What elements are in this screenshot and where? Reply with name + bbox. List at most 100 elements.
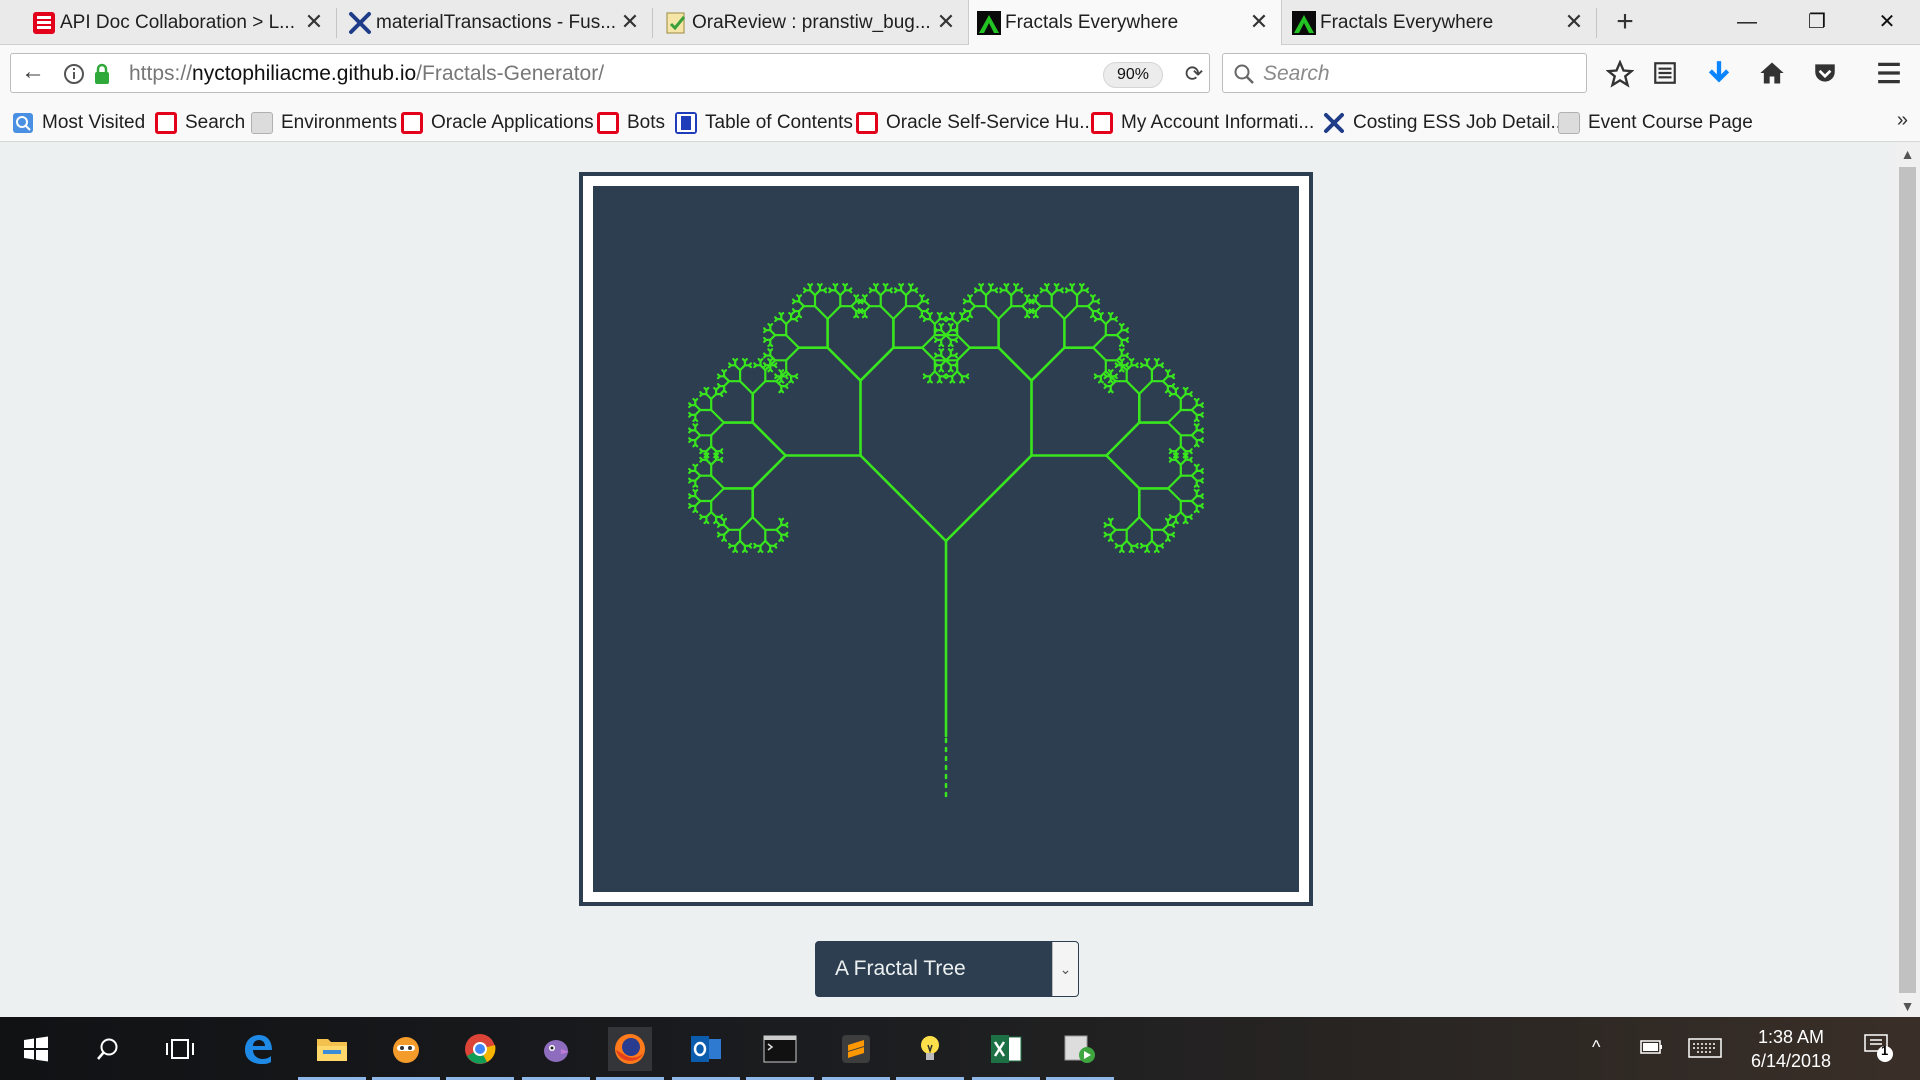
bookmark-label: Search xyxy=(185,112,246,133)
most-visited-icon xyxy=(13,113,33,133)
new-tab-button[interactable]: + xyxy=(1610,7,1640,38)
close-tab-icon[interactable]: ✕ xyxy=(1249,11,1269,33)
edge-icon[interactable] xyxy=(236,1027,280,1071)
docs-icon xyxy=(675,112,697,134)
scratch-app-icon[interactable] xyxy=(372,1027,440,1080)
fractal-favicon-icon xyxy=(1292,11,1316,35)
search-field[interactable]: Search xyxy=(1222,53,1587,93)
cmd-icon[interactable] xyxy=(746,1027,814,1080)
bookmark-search[interactable]: Search xyxy=(155,110,245,136)
bookmark-label: Most Visited xyxy=(42,112,146,133)
url-scheme: https:// xyxy=(129,62,193,85)
url-bar[interactable]: ← https://nyctophiliacme.github.io/Fract… xyxy=(10,53,1210,93)
generic-page-icon xyxy=(251,112,273,134)
bookmarks-toolbar: Most Visited Search Environments Oracle … xyxy=(0,102,1920,142)
clock-date: 6/14/2018 xyxy=(1750,1051,1832,1071)
url-host: nyctophiliacme.github.io xyxy=(192,62,417,85)
reload-icon[interactable]: ⟳ xyxy=(1179,59,1209,89)
scroll-up-arrow-icon[interactable]: ▲ xyxy=(1895,143,1920,165)
keyboard-icon[interactable] xyxy=(1688,1037,1722,1059)
close-tab-icon[interactable]: ✕ xyxy=(304,11,324,33)
close-tab-icon[interactable]: ✕ xyxy=(620,11,640,33)
clock[interactable]: 1:38 AM 6/14/2018 xyxy=(1736,1025,1846,1073)
bookmark-label: Costing ESS Job Detail... xyxy=(1353,112,1567,133)
task-view-icon[interactable] xyxy=(158,1027,202,1071)
tab-orareview[interactable]: OraReview : pranstiw_bug... ✕ xyxy=(656,0,968,45)
menu-hamburger-icon[interactable] xyxy=(1876,61,1902,85)
home-icon[interactable] xyxy=(1758,59,1786,87)
oracle-list-icon xyxy=(33,12,55,34)
pocket-icon[interactable] xyxy=(1812,60,1838,86)
excel-icon[interactable] xyxy=(972,1027,1040,1080)
lock-icon[interactable] xyxy=(93,63,111,85)
fractal-canvas-frame xyxy=(579,172,1313,906)
pidgin-icon[interactable] xyxy=(522,1027,590,1080)
vertical-scrollbar[interactable]: ▲ ▼ xyxy=(1895,143,1920,1017)
zoom-level-button[interactable]: 90% xyxy=(1103,62,1163,88)
bookmark-label: Environments xyxy=(281,112,398,133)
search-placeholder: Search xyxy=(1263,62,1330,85)
firefox-icon[interactable] xyxy=(596,1027,664,1080)
tab-material-transactions[interactable]: materialTransactions - Fus... ✕ xyxy=(340,0,652,45)
idea-icon[interactable] xyxy=(896,1027,964,1080)
outlook-icon[interactable] xyxy=(672,1027,740,1080)
bookmark-table-of-contents[interactable]: Table of Contents xyxy=(675,110,853,136)
oracle-icon xyxy=(401,112,423,134)
start-icon[interactable] xyxy=(14,1027,58,1071)
sublime-icon[interactable] xyxy=(822,1027,890,1080)
action-center-icon[interactable]: 1 xyxy=(1862,1031,1894,1068)
bookmark-costing-ess[interactable]: Costing ESS Job Detail... xyxy=(1323,110,1566,136)
bookmark-my-account[interactable]: My Account Informati... xyxy=(1091,110,1314,136)
bookmark-event-course[interactable]: Event Course Page xyxy=(1558,110,1753,136)
chevron-down-icon[interactable]: ⌄ xyxy=(1052,942,1078,996)
navigation-toolbar: ← https://nyctophiliacme.github.io/Fract… xyxy=(0,45,1920,102)
bookmark-bots[interactable]: Bots xyxy=(597,110,665,136)
tab-api-doc[interactable]: API Doc Collaboration > L... ✕ xyxy=(24,0,336,45)
tab-fractals[interactable]: Fractals Everywhere ✕ xyxy=(1284,0,1596,45)
windows-taskbar: ^ 1:38 AM 6/14/2018 1 xyxy=(0,1017,1920,1080)
bookmark-environments[interactable]: Environments xyxy=(251,110,397,136)
restore-button[interactable]: ❐ xyxy=(1788,0,1846,45)
bookmark-label: Oracle Applications xyxy=(431,112,594,133)
fractal-select-value: A Fractal Tree xyxy=(835,957,966,980)
url-text[interactable]: https://nyctophiliacme.github.io/Fractal… xyxy=(129,62,604,86)
bookmark-oracle-applications[interactable]: Oracle Applications xyxy=(401,110,594,136)
media-app-icon[interactable] xyxy=(1046,1027,1114,1080)
minimize-button[interactable]: — xyxy=(1718,0,1776,45)
tab-label: Fractals Everywhere xyxy=(1320,11,1494,33)
reading-list-icon[interactable] xyxy=(1652,60,1678,86)
bookmark-oracle-self-service[interactable]: Oracle Self-Service Hu... xyxy=(856,110,1095,136)
fractal-select[interactable]: A Fractal Tree ⌄ xyxy=(815,941,1079,997)
chrome-icon[interactable] xyxy=(446,1027,514,1080)
bookmark-label: Oracle Self-Service Hu... xyxy=(886,112,1096,133)
show-hidden-icons-chevron-icon[interactable]: ^ xyxy=(1592,1037,1600,1058)
bookmark-label: My Account Informati... xyxy=(1121,112,1315,133)
close-tab-icon[interactable]: ✕ xyxy=(1564,11,1584,33)
search-icon xyxy=(1234,64,1254,84)
scrollbar-thumb[interactable] xyxy=(1899,167,1916,993)
bookmark-most-visited[interactable]: Most Visited xyxy=(12,110,145,136)
scroll-down-arrow-icon[interactable]: ▼ xyxy=(1895,995,1920,1017)
close-tab-icon[interactable]: ✕ xyxy=(936,11,956,33)
info-icon[interactable] xyxy=(63,63,85,85)
close-window-button[interactable]: ✕ xyxy=(1858,0,1916,45)
oracle-icon xyxy=(155,112,177,134)
search-icon[interactable] xyxy=(86,1027,130,1071)
back-arrow-icon[interactable]: ← xyxy=(17,56,49,88)
tab-label: materialTransactions - Fus... xyxy=(376,11,617,33)
tab-fractals-active[interactable]: Fractals Everywhere ✕ xyxy=(968,0,1282,46)
review-note-icon xyxy=(666,12,686,34)
battery-icon[interactable] xyxy=(1638,1037,1664,1057)
clock-time: 1:38 AM xyxy=(1757,1027,1825,1047)
tab-bar: API Doc Collaboration > L... ✕ materialT… xyxy=(0,0,1920,46)
file-explorer-icon[interactable] xyxy=(298,1027,366,1080)
page-content: A Fractal Tree ⌄ xyxy=(0,143,1895,1017)
more-bookmarks-chevron-icon[interactable]: » xyxy=(1897,109,1908,132)
tab-label: Fractals Everywhere xyxy=(1005,12,1179,33)
bookmark-star-icon[interactable] xyxy=(1606,60,1634,88)
fractal-canvas xyxy=(593,186,1299,892)
tab-label: API Doc Collaboration > L... xyxy=(60,11,295,33)
download-arrow-icon[interactable] xyxy=(1706,59,1732,87)
bookmark-label: Table of Contents xyxy=(705,112,853,133)
generic-page-icon xyxy=(1558,112,1580,134)
